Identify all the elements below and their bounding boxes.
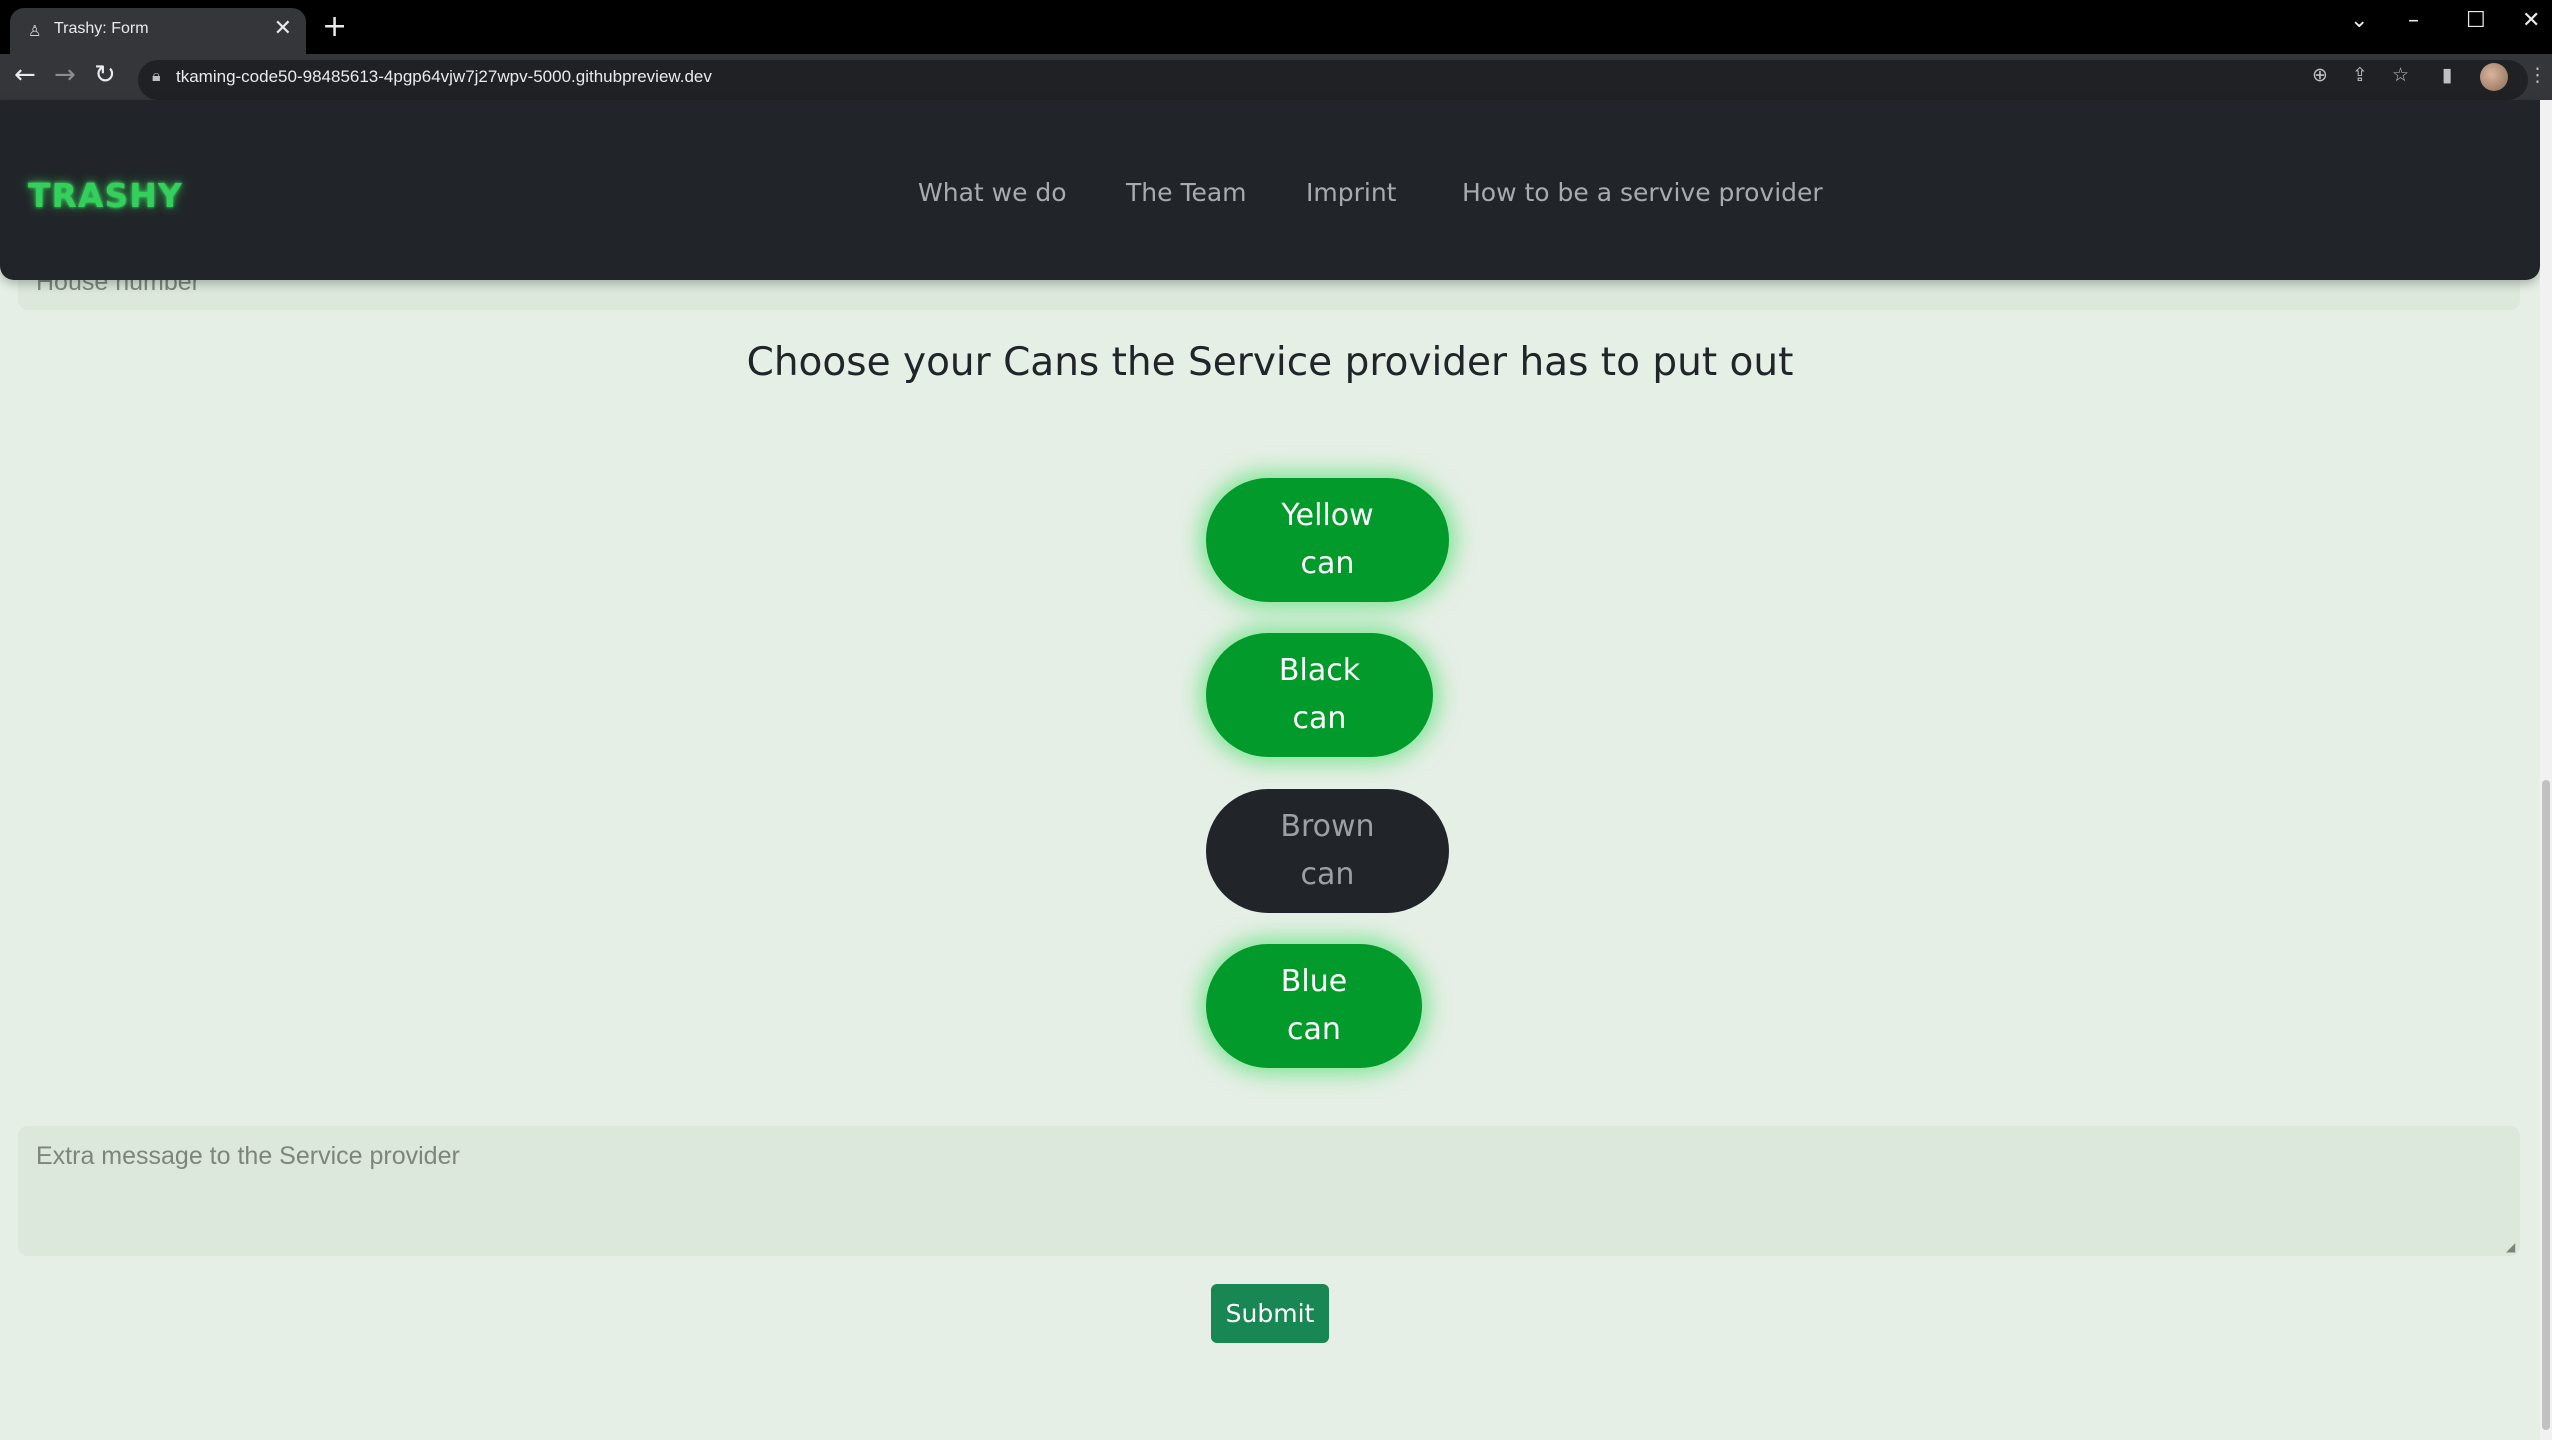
back-icon[interactable]: ←	[14, 52, 36, 98]
browser-tab-bar: ♙ Trashy: Form ✕ + ⌄ – ☐ ✕	[0, 0, 2552, 54]
avatar[interactable]	[2480, 63, 2508, 91]
black-can-toggle[interactable]: Black can	[1206, 633, 1433, 757]
minimize-icon[interactable]: –	[2408, 6, 2419, 36]
zoom-icon[interactable]: ⊕	[2312, 64, 2328, 86]
scrollbar-thumb[interactable]	[2542, 780, 2550, 1430]
lock-icon[interactable]: 🔒︎	[152, 66, 161, 86]
brown-can-toggle[interactable]: Brown can	[1206, 789, 1449, 913]
cans-heading: Choose your Cans the Service provider ha…	[746, 340, 1794, 385]
close-window-icon[interactable]: ✕	[2522, 6, 2540, 36]
nav-link-imprint[interactable]: Imprint	[1306, 178, 1396, 207]
brand-logo[interactable]: TRASHY	[28, 176, 183, 215]
page: House number TRASHY What we do The Team …	[0, 100, 2552, 1440]
maximize-icon[interactable]: ☐	[2466, 6, 2486, 36]
nav-link-the-team[interactable]: The Team	[1126, 178, 1247, 207]
browser-tab[interactable]: ♙ Trashy: Form ✕	[10, 8, 306, 54]
tab-search-icon[interactable]: ⌄	[2350, 6, 2368, 36]
resize-handle-icon[interactable]: ◢	[2506, 1240, 2515, 1254]
tab-title: Trashy: Form	[54, 20, 149, 37]
nav-link-what-we-do[interactable]: What we do	[918, 178, 1067, 207]
star-icon[interactable]: ☆	[2392, 64, 2409, 86]
sidebar-icon[interactable]: ▮	[2442, 64, 2452, 86]
submit-button[interactable]: Submit	[1211, 1284, 1329, 1343]
menu-icon[interactable]: ⋮	[2528, 64, 2547, 86]
site-navbar: TRASHY What we do The Team Imprint How t…	[0, 100, 2540, 280]
extra-message-placeholder: Extra message to the Service provider	[36, 1142, 460, 1170]
url-text[interactable]: tkaming-code50-98485613-4pgp64vjw7j27wpv…	[176, 64, 712, 90]
share-icon[interactable]: ⇪	[2352, 64, 2368, 86]
reload-icon[interactable]: ↻	[94, 52, 116, 98]
forward-icon[interactable]: →	[54, 52, 76, 98]
close-tab-icon[interactable]: ✕	[274, 17, 292, 41]
blue-can-toggle[interactable]: Blue can	[1206, 944, 1422, 1068]
yellow-can-toggle[interactable]: Yellow can	[1206, 478, 1449, 602]
nav-link-service-provider[interactable]: How to be a servive provider	[1462, 178, 1823, 207]
new-tab-icon[interactable]: +	[322, 12, 347, 42]
favicon-icon: ♙	[28, 22, 42, 40]
